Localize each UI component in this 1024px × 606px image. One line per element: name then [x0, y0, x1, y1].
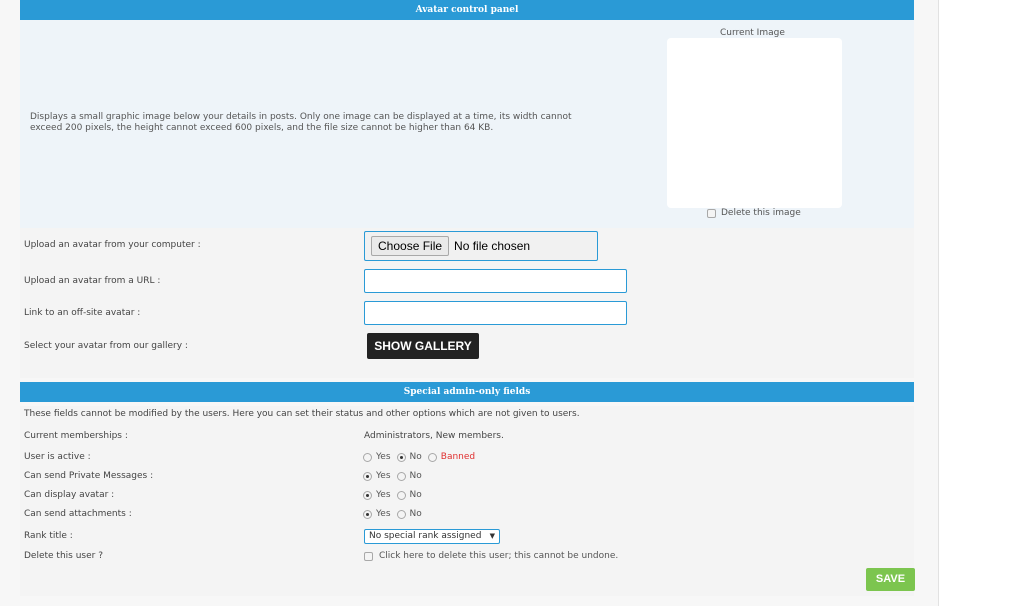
- delete-image-label: Delete this image: [721, 208, 801, 218]
- display-avatar-yes-radio[interactable]: [363, 490, 372, 500]
- upload-computer-label: Upload an avatar from your computer :: [24, 240, 201, 250]
- delete-user-option[interactable]: Click here to delete this user; this can…: [364, 551, 618, 561]
- right-divider: [938, 0, 939, 606]
- offsite-avatar-input[interactable]: [364, 301, 627, 325]
- show-gallery-button[interactable]: SHOW GALLERY: [367, 333, 479, 359]
- upload-url-label: Upload an avatar from a URL :: [24, 276, 161, 286]
- user-active-label: User is active :: [24, 452, 91, 462]
- choose-file-button[interactable]: Choose File: [371, 236, 450, 256]
- send-attachments-no-label: No: [409, 509, 422, 519]
- dropdown-arrow-icon: ▼: [489, 532, 495, 540]
- admin-note: These fields cannot be modified by the u…: [24, 409, 580, 419]
- file-upload-input[interactable]: Choose File No file chosen: [364, 231, 598, 261]
- display-avatar-no-label: No: [409, 490, 422, 500]
- avatar-panel-header: Avatar control panel: [20, 0, 914, 20]
- rank-title-value: No special rank assigned: [369, 531, 482, 541]
- delete-user-checkbox[interactable]: [364, 551, 373, 561]
- user-active-yes-label: Yes: [376, 452, 391, 462]
- send-pm-label: Can send Private Messages :: [24, 471, 154, 481]
- send-attachments-yes-label: Yes: [376, 509, 391, 519]
- avatar-panel: Displays a small graphic image below you…: [20, 20, 914, 228]
- current-image-label: Current Image: [720, 28, 785, 38]
- delete-user-text: Click here to delete this user; this can…: [379, 551, 619, 561]
- delete-image-option[interactable]: Delete this image: [707, 208, 801, 218]
- rank-title-select[interactable]: No special rank assigned ▼: [364, 529, 500, 544]
- delete-image-checkbox[interactable]: [707, 208, 716, 218]
- user-active-no-radio[interactable]: [396, 452, 406, 462]
- memberships-label: Current memberships :: [24, 431, 128, 441]
- avatar-url-input[interactable]: [364, 269, 627, 293]
- send-attachments-no-radio[interactable]: [396, 509, 406, 519]
- admin-fields-header: Special admin-only fields: [20, 382, 914, 402]
- gallery-label: Select your avatar from our gallery :: [24, 341, 188, 351]
- avatar-description: Displays a small graphic image below you…: [30, 112, 572, 133]
- send-attachments-label: Can send attachments :: [24, 509, 132, 519]
- no-file-chosen-text: No file chosen: [454, 239, 531, 253]
- send-pm-options: Yes No: [363, 471, 428, 481]
- user-active-banned-radio[interactable]: [427, 452, 437, 462]
- display-avatar-no-radio[interactable]: [396, 490, 406, 500]
- current-avatar-image: [667, 38, 842, 208]
- user-active-no-label: No: [409, 452, 422, 462]
- delete-user-label: Delete this user ?: [24, 551, 103, 561]
- send-pm-no-label: No: [409, 471, 422, 481]
- display-avatar-options: Yes No: [363, 490, 428, 500]
- display-avatar-yes-label: Yes: [376, 490, 391, 500]
- send-attachments-options: Yes No: [363, 509, 428, 519]
- user-active-banned-label: Banned: [440, 452, 476, 462]
- memberships-value: Administrators, New members.: [364, 431, 504, 441]
- display-avatar-label: Can display avatar :: [24, 490, 115, 500]
- save-button[interactable]: SAVE: [866, 568, 915, 591]
- user-active-options: Yes No Banned: [363, 452, 481, 462]
- offsite-avatar-label: Link to an off-site avatar :: [24, 308, 141, 318]
- send-pm-yes-radio[interactable]: [363, 471, 372, 481]
- send-attachments-yes-radio[interactable]: [363, 509, 372, 519]
- send-pm-yes-label: Yes: [376, 471, 391, 481]
- user-active-yes-radio[interactable]: [363, 452, 372, 462]
- send-pm-no-radio[interactable]: [396, 471, 406, 481]
- profile-form: Avatar control panel Displays a small gr…: [0, 0, 938, 606]
- rank-title-label: Rank title :: [24, 531, 73, 541]
